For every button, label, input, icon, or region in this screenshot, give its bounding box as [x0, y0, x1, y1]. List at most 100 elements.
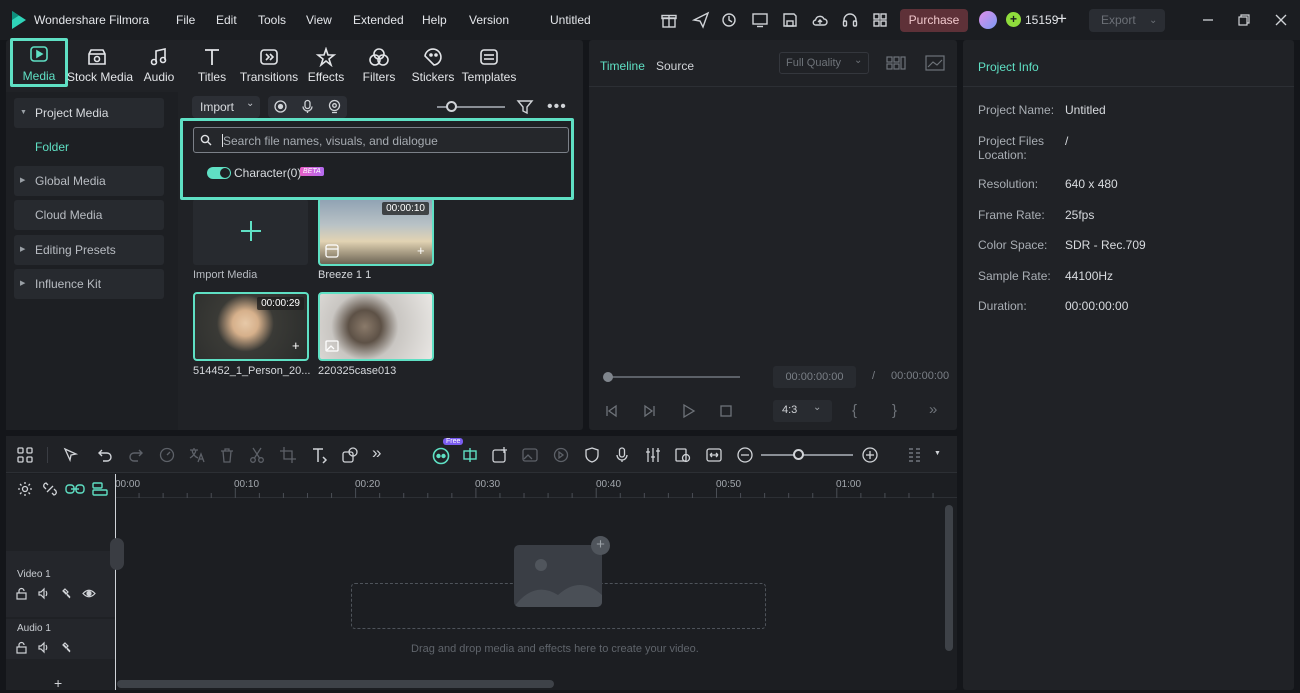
tab-source[interactable]: Source	[656, 59, 694, 73]
menu-tools[interactable]: Tools	[258, 13, 286, 27]
shield-icon[interactable]	[583, 446, 601, 464]
search-input[interactable]: Search file names, visuals, and dialogue	[193, 127, 569, 153]
tab-stock-media[interactable]: Stock Media	[67, 44, 133, 90]
tab-transitions[interactable]: Transitions	[239, 44, 299, 90]
speed-icon[interactable]	[158, 446, 176, 464]
avatar[interactable]	[979, 11, 997, 29]
fit-timeline-icon[interactable]	[705, 446, 723, 464]
tab-effects[interactable]: Effects	[296, 44, 356, 90]
layout-icon[interactable]	[16, 446, 34, 464]
gift-icon[interactable]	[660, 11, 678, 29]
volume-icon[interactable]	[37, 587, 50, 600]
send-icon[interactable]	[692, 11, 710, 29]
playback-progress[interactable]	[603, 372, 740, 382]
purchase-button[interactable]: Purchase	[900, 9, 968, 32]
expand-tools-icon[interactable]: »	[372, 443, 390, 462]
more-options-icon[interactable]: •••	[547, 98, 567, 116]
crop-icon[interactable]	[279, 446, 297, 464]
auto-reframe-icon[interactable]	[461, 446, 479, 464]
aspect-ratio-dropdown[interactable]: 4:3 ⌄	[773, 400, 832, 422]
add-to-timeline-icon[interactable]: +	[417, 243, 425, 258]
media-item-person[interactable]: 00:00:29 +	[193, 292, 309, 361]
lock-icon[interactable]	[15, 587, 28, 600]
restore-icon[interactable]	[1235, 11, 1253, 29]
add-credits-icon[interactable]: +	[1057, 9, 1067, 29]
voiceover-icon[interactable]	[613, 446, 631, 464]
undo-icon[interactable]	[96, 446, 114, 464]
text-tool-icon[interactable]	[310, 446, 328, 464]
filter-icon[interactable]	[516, 98, 534, 116]
menu-file[interactable]: File	[176, 13, 195, 27]
split-icon[interactable]	[248, 446, 266, 464]
mark-in-icon[interactable]: {	[852, 402, 857, 419]
import-dropdown[interactable]: Import ⌄	[192, 96, 260, 118]
mark-out-icon[interactable]: }	[892, 402, 897, 419]
character-toggle[interactable]	[207, 167, 231, 179]
close-icon[interactable]	[1272, 11, 1290, 29]
auto-ripple-icon[interactable]	[91, 481, 109, 497]
color-match-icon[interactable]	[552, 446, 570, 464]
media-item-breeze[interactable]: 00:00:10 +	[318, 197, 434, 266]
vertical-scrollbar[interactable]	[945, 505, 953, 651]
unlink-icon[interactable]	[42, 481, 58, 497]
apps-grid-icon[interactable]	[871, 11, 889, 29]
tab-media[interactable]: Media	[10, 38, 68, 87]
sidebar-item-editing-presets[interactable]: ▶ Editing Presets	[14, 235, 164, 265]
add-track-icon[interactable]: +	[54, 675, 62, 691]
sidebar-item-global-media[interactable]: ▶ Global Media	[14, 166, 164, 196]
track-settings-icon[interactable]	[17, 481, 33, 497]
menu-view[interactable]: View	[306, 13, 332, 27]
playhead[interactable]	[115, 474, 116, 690]
caret-down-icon[interactable]: ▼	[934, 450, 941, 457]
track-collapse-handle[interactable]	[110, 538, 124, 570]
zoom-out-icon[interactable]	[736, 446, 754, 464]
sidebar-item-folder[interactable]: Folder	[35, 140, 69, 154]
save-icon[interactable]	[781, 11, 799, 29]
zoom-slider-handle[interactable]	[793, 449, 804, 460]
menu-edit[interactable]: Edit	[216, 13, 237, 27]
zoom-slider[interactable]	[761, 449, 853, 460]
media-item-cat[interactable]	[318, 292, 434, 361]
tab-filters[interactable]: Filters	[349, 44, 409, 90]
tab-stickers[interactable]: Stickers	[403, 44, 463, 90]
progress-handle[interactable]	[603, 372, 613, 382]
stop-icon[interactable]	[718, 403, 734, 419]
grid-view-icon[interactable]	[886, 55, 906, 71]
headset-icon[interactable]	[841, 11, 859, 29]
quality-dropdown[interactable]: Full Quality ⌄	[779, 52, 869, 74]
scene-detect-icon[interactable]	[674, 446, 692, 464]
delete-icon[interactable]	[218, 446, 236, 464]
more-controls-icon[interactable]: »	[929, 401, 937, 418]
audio-mixer-icon[interactable]	[644, 446, 662, 464]
sidebar-item-project-media[interactable]: ▼ Project Media	[14, 98, 164, 128]
select-tool-icon[interactable]	[62, 446, 80, 464]
ai-copilot-icon[interactable]	[431, 445, 451, 465]
menu-extended[interactable]: Extended	[353, 13, 404, 27]
link-clips-icon[interactable]	[65, 481, 85, 497]
cloud-upload-icon[interactable]	[811, 11, 829, 29]
microphone-icon[interactable]	[300, 99, 315, 114]
record-screen-icon[interactable]	[273, 99, 288, 114]
tab-titles[interactable]: Titles	[182, 44, 242, 90]
menu-version[interactable]: Version	[469, 13, 509, 27]
export-button[interactable]: Export ⌄	[1089, 9, 1165, 32]
current-time[interactable]: 00:00:00:00	[773, 366, 856, 388]
thumbnail-size-slider[interactable]	[437, 101, 505, 112]
add-marker-icon[interactable]	[491, 446, 509, 464]
monitor-icon[interactable]	[751, 11, 769, 29]
sidebar-item-cloud-media[interactable]: Cloud Media	[14, 200, 164, 230]
previous-frame-icon[interactable]	[603, 403, 619, 419]
translate-icon[interactable]	[188, 446, 206, 464]
zoom-in-icon[interactable]	[861, 446, 879, 464]
tab-timeline[interactable]: Timeline	[600, 59, 645, 73]
mute-track-icon[interactable]	[60, 641, 73, 654]
horizontal-scrollbar[interactable]	[117, 680, 554, 688]
lock-icon[interactable]	[15, 641, 28, 654]
tab-audio[interactable]: Audio	[129, 44, 189, 90]
minimize-icon[interactable]	[1199, 11, 1217, 29]
slider-handle[interactable]	[446, 101, 457, 112]
volume-icon[interactable]	[37, 641, 50, 654]
play-icon[interactable]	[680, 403, 696, 419]
image-edit-icon[interactable]	[521, 446, 539, 464]
redo-icon[interactable]	[127, 446, 145, 464]
